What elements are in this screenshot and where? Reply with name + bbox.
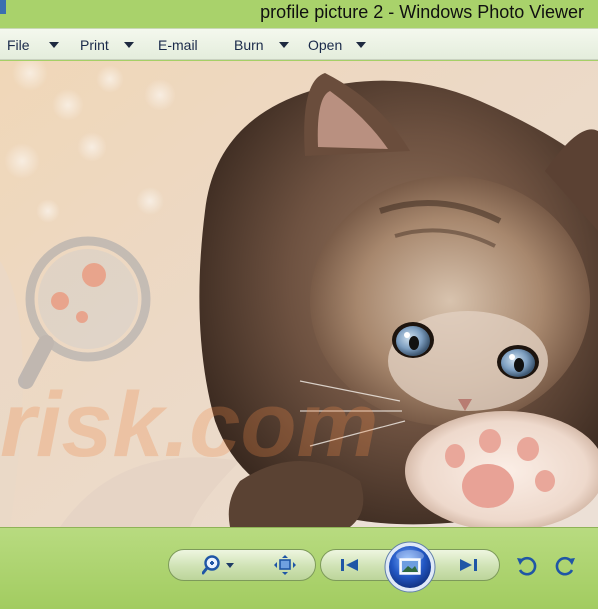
chevron-down-icon [279,42,289,48]
menu-print-label: Print [80,37,109,53]
slideshow-button[interactable] [384,541,436,593]
chevron-down-icon [124,42,134,48]
menu-burn-label: Burn [234,37,264,53]
menu-bar: File Print E-mail Burn Open [0,28,598,60]
previous-icon [341,559,358,571]
next-button[interactable] [456,556,480,574]
menu-email[interactable]: E-mail [158,29,198,61]
rotate-counterclockwise-icon [517,556,537,576]
next-icon [460,559,477,571]
chevron-down-icon [356,42,366,48]
window-title: profile picture 2 - Windows Photo Viewer [260,2,584,22]
rotate-counterclockwise-button[interactable] [515,555,537,577]
menu-file[interactable]: File [7,29,59,61]
app-icon [0,0,6,14]
actual-size-button[interactable] [274,555,296,575]
menu-burn[interactable]: Burn [234,29,289,61]
menu-open-label: Open [308,37,343,53]
magnifier-icon [202,555,234,575]
rotate-clockwise-icon [555,556,575,576]
previous-button[interactable] [338,556,362,574]
menu-open[interactable]: Open [308,29,366,61]
kitten-photo: risk.com [0,61,598,527]
menu-print[interactable]: Print [80,29,134,61]
menu-file-label: File [7,37,30,53]
slideshow-icon [384,541,436,593]
fit-to-window-icon [274,555,296,575]
photo-viewport[interactable]: risk.com [0,61,598,527]
title-bar: profile picture 2 - Windows Photo Viewer [0,0,598,28]
control-bar [0,527,598,609]
menu-email-label: E-mail [158,37,198,53]
rotate-clockwise-button[interactable] [555,555,577,577]
chevron-down-icon [49,42,59,48]
watermark-text: risk.com [0,374,378,476]
zoom-button[interactable] [202,555,240,575]
